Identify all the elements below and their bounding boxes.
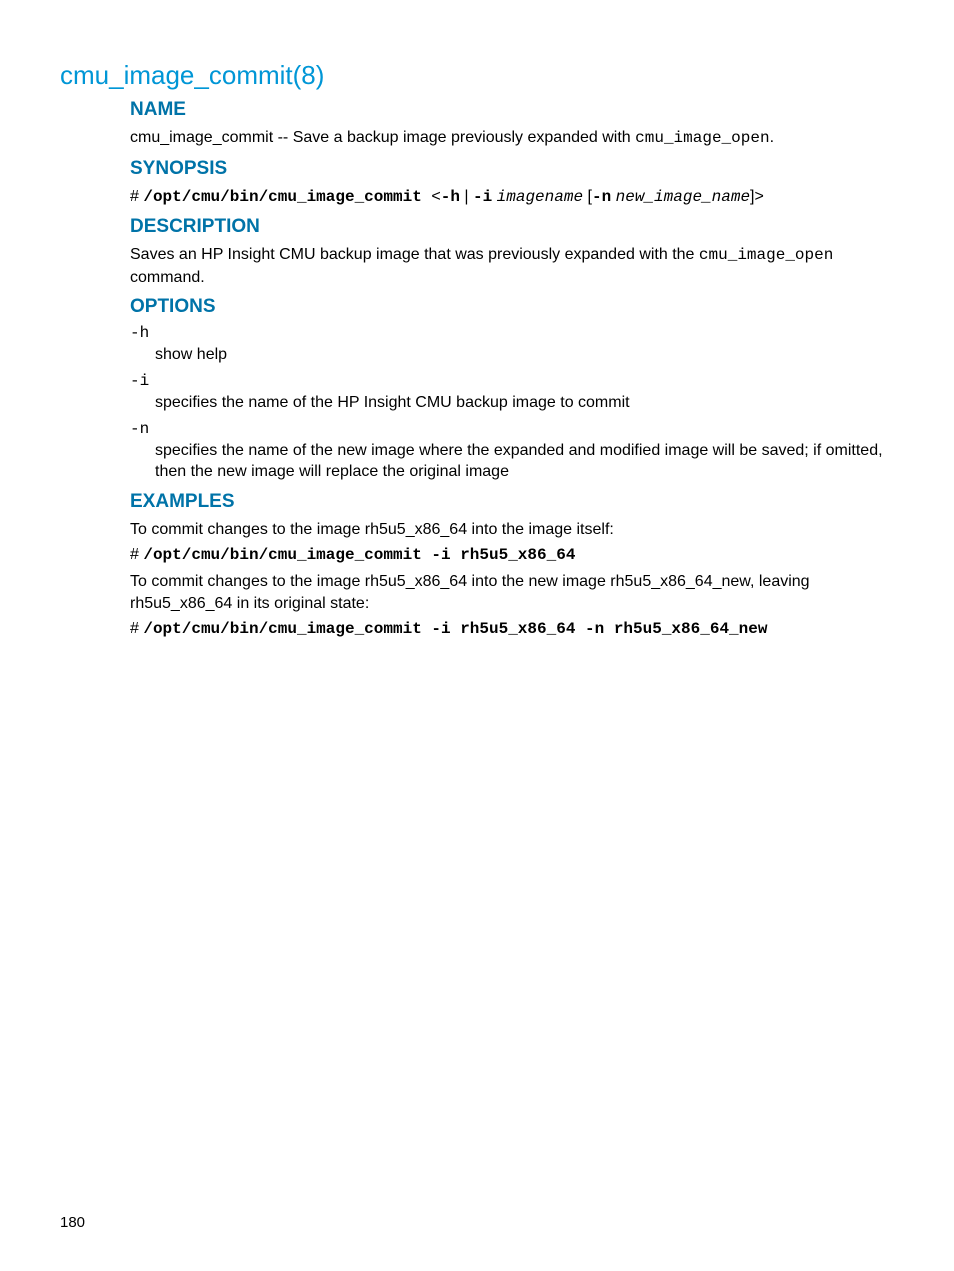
- option-term: -n: [130, 420, 894, 438]
- man-page: cmu_image_commit(8) NAME cmu_image_commi…: [0, 0, 954, 685]
- synopsis-line: # /opt/cmu/bin/cmu_image_commit <-h | -i…: [130, 186, 894, 209]
- synopsis-opt-h: -h: [441, 188, 460, 206]
- desc-suffix: command.: [130, 269, 205, 286]
- example1-cmd: # /opt/cmu/bin/cmu_image_commit -i rh5u5…: [130, 544, 894, 567]
- example1-text: To commit changes to the image rh5u5_x86…: [130, 519, 894, 541]
- page-number: 180: [60, 1214, 85, 1231]
- example2-text: To commit changes to the image rh5u5_x86…: [130, 571, 894, 614]
- synopsis-opt-i: -i: [473, 188, 492, 206]
- section-synopsis-heading: SYNOPSIS: [130, 158, 894, 180]
- option-desc: specifies the name of the HP Insight CMU…: [155, 392, 894, 414]
- option-desc: specifies the name of the new image wher…: [155, 440, 894, 483]
- ex2-prompt: #: [130, 620, 143, 637]
- name-text: cmu_image_commit -- Save a backup image …: [130, 127, 894, 150]
- example2-cmd: # /opt/cmu/bin/cmu_image_commit -i rh5u5…: [130, 618, 894, 641]
- page-title: cmu_image_commit(8): [60, 60, 894, 91]
- synopsis-cmd: /opt/cmu/bin/cmu_image_commit: [143, 188, 431, 206]
- synopsis-prompt: #: [130, 188, 143, 205]
- name-code: cmu_image_open: [635, 129, 769, 147]
- synopsis-pipe: |: [460, 188, 473, 205]
- ex2-code: /opt/cmu/bin/cmu_image_commit -i rh5u5_x…: [143, 620, 767, 638]
- desc-code: cmu_image_open: [699, 246, 833, 264]
- option-term: -i: [130, 372, 894, 390]
- synopsis-lt: <: [431, 188, 440, 205]
- name-suffix: .: [770, 129, 774, 146]
- section-name-heading: NAME: [130, 99, 894, 121]
- option-term: -h: [130, 324, 894, 342]
- description-text: Saves an HP Insight CMU backup image tha…: [130, 244, 894, 288]
- section-examples-heading: EXAMPLES: [130, 491, 894, 513]
- synopsis-gt: >: [755, 188, 764, 205]
- name-prefix: cmu_image_commit -- Save a backup image …: [130, 129, 635, 146]
- synopsis-opt-n: -n: [592, 188, 611, 206]
- desc-prefix: Saves an HP Insight CMU backup image tha…: [130, 246, 699, 263]
- option-desc: show help: [155, 344, 894, 366]
- ex1-code: /opt/cmu/bin/cmu_image_commit -i rh5u5_x…: [143, 546, 575, 564]
- synopsis-arg1: imagename: [497, 188, 583, 206]
- section-description-heading: DESCRIPTION: [130, 216, 894, 238]
- ex1-prompt: #: [130, 546, 143, 563]
- section-options-heading: OPTIONS: [130, 296, 894, 318]
- synopsis-arg2: new_image_name: [616, 188, 750, 206]
